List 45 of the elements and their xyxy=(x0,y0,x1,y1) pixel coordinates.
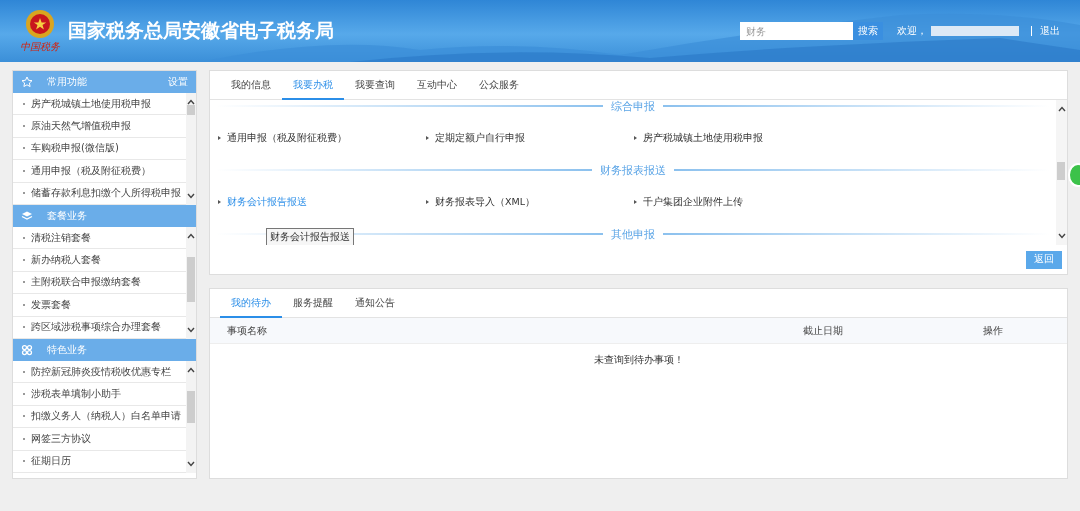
scrollbar[interactable] xyxy=(186,361,196,473)
scroll-thumb[interactable] xyxy=(187,257,195,302)
tab[interactable]: 互动中心 xyxy=(406,71,468,100)
tab[interactable]: 我的信息 xyxy=(220,71,282,100)
caret-icon xyxy=(426,200,429,204)
clover-icon xyxy=(21,344,33,356)
section-title: 套餐业务 xyxy=(47,209,87,223)
service-link[interactable]: 千户集团企业附件上传 xyxy=(634,195,743,209)
category-title: 财务报表报送 xyxy=(600,162,666,178)
tab[interactable]: 服务提醒 xyxy=(282,289,344,318)
scroll-thumb[interactable] xyxy=(1057,162,1065,180)
welcome-text: 欢迎， xyxy=(897,24,927,38)
column-header: 截止日期 xyxy=(803,323,844,338)
scrollbar[interactable] xyxy=(186,93,196,205)
tab[interactable]: 公众服务 xyxy=(468,71,530,100)
category-title: 其他申报 xyxy=(611,226,655,242)
service-link[interactable]: 财务报表导入（XML） xyxy=(426,195,535,209)
scroll-thumb[interactable] xyxy=(187,391,195,423)
service-link[interactable]: 通用申报（税及附征税费） xyxy=(218,131,347,145)
section-title: 特色业务 xyxy=(47,343,87,357)
caret-icon xyxy=(218,200,221,204)
caret-icon xyxy=(634,136,637,140)
service-link[interactable]: 房产税城镇土地使用税申报 xyxy=(634,131,763,145)
tab[interactable]: 通知公告 xyxy=(344,289,406,318)
star-icon xyxy=(21,76,33,88)
search-field[interactable]: 财务 xyxy=(740,22,853,40)
scrollbar[interactable] xyxy=(186,227,196,339)
caret-icon xyxy=(634,200,637,204)
service-link[interactable]: 定期定额户自行申报 xyxy=(426,131,525,145)
section-title: 常用功能 xyxy=(47,75,87,89)
tooltip: 财务会计报告报送 xyxy=(266,227,354,245)
column-header: 操作 xyxy=(983,323,1004,338)
scrollbar[interactable] xyxy=(1056,100,1067,245)
category-title: 综合申报 xyxy=(611,100,655,114)
logo-text: 中国税务 xyxy=(20,39,60,54)
empty-message: 未查询到待办事项！ xyxy=(592,353,685,367)
scroll-thumb[interactable] xyxy=(187,105,195,115)
layers-icon xyxy=(21,210,33,222)
column-header: 事项名称 xyxy=(227,323,268,338)
site-title: 国家税务总局安徽省电子税务局 xyxy=(68,18,334,43)
caret-icon xyxy=(218,136,221,140)
tab[interactable]: 我要查询 xyxy=(344,71,406,100)
emblem-icon xyxy=(25,8,55,39)
tab[interactable]: 我要办税 xyxy=(282,71,344,100)
caret-icon xyxy=(426,136,429,140)
